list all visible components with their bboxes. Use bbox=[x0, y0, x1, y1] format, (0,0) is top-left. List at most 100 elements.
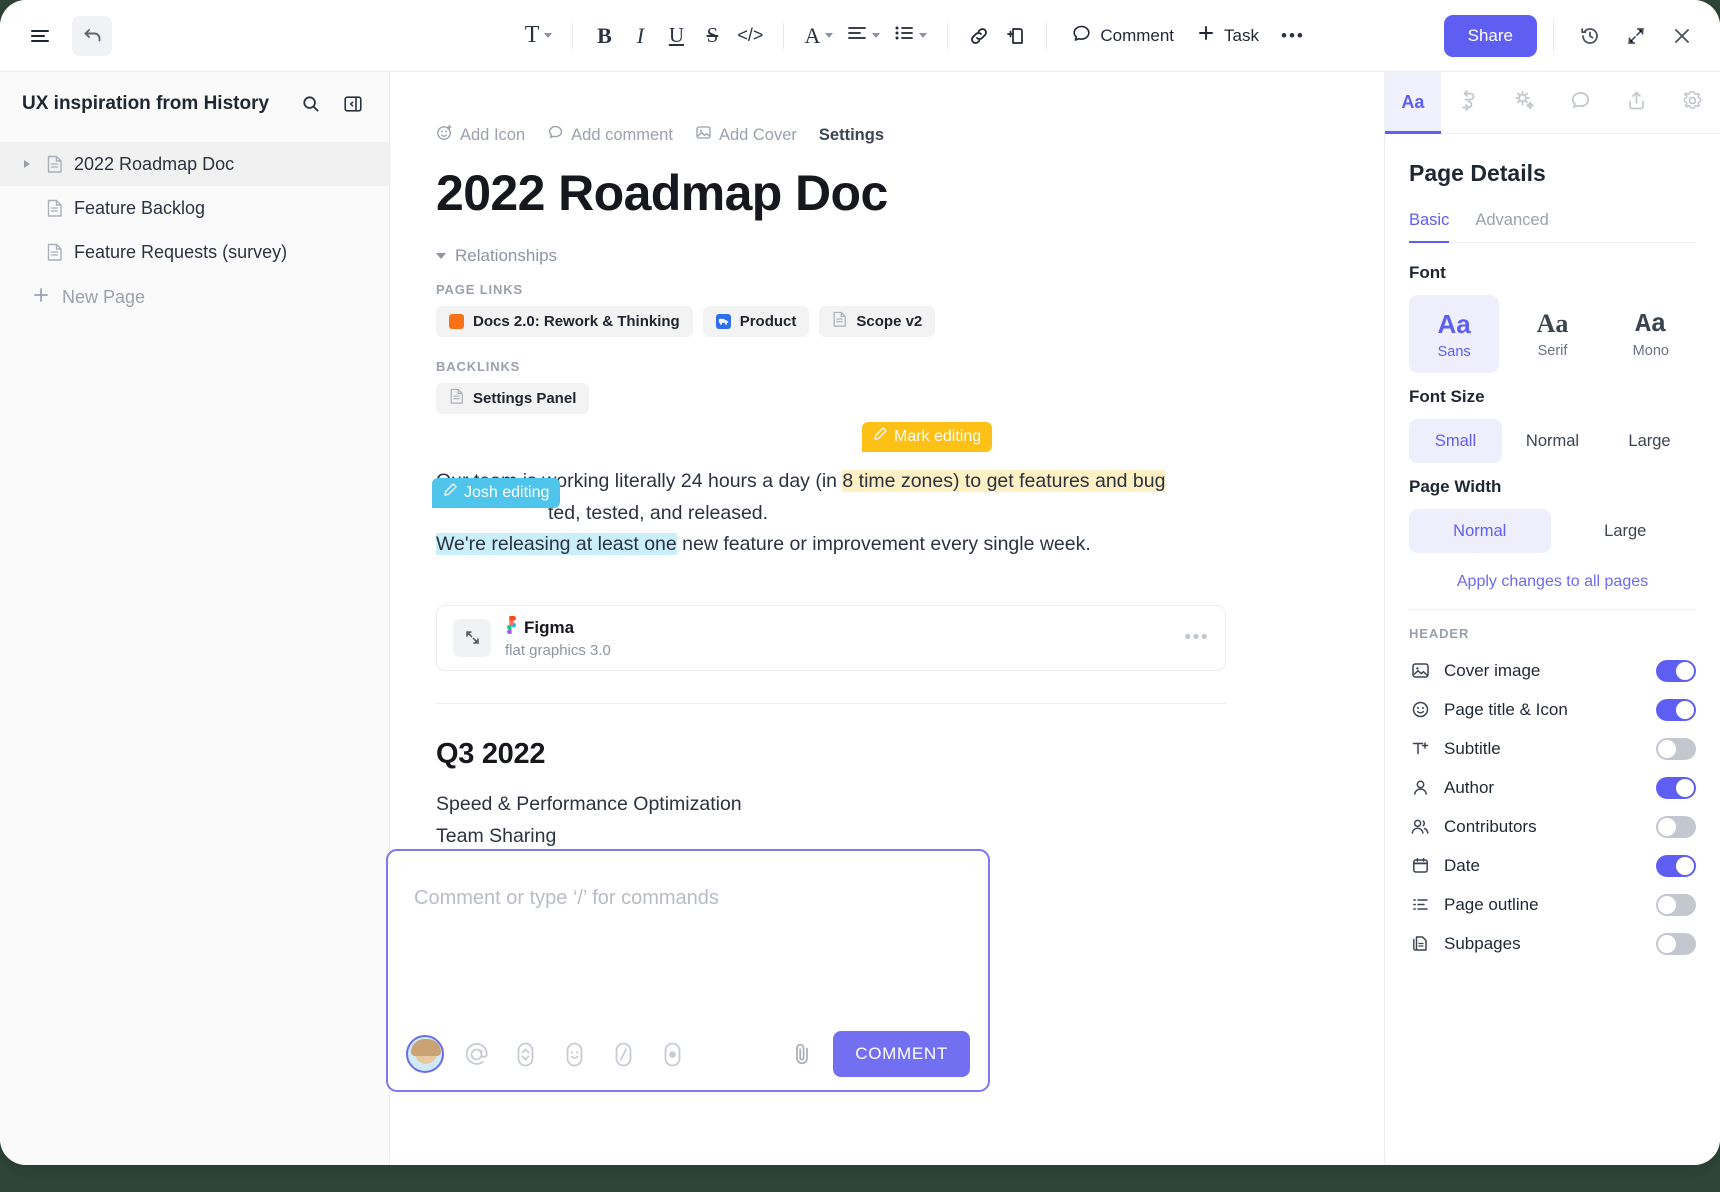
underline-button[interactable]: U bbox=[659, 17, 693, 55]
sidebar-item-2022-roadmap-doc[interactable]: 2022 Roadmap Doc bbox=[0, 142, 389, 186]
page-link-chip-product[interactable]: Product bbox=[702, 306, 810, 337]
panel-tab-font[interactable]: Aa bbox=[1385, 72, 1441, 134]
header-option-contributors[interactable]: Contributors bbox=[1409, 807, 1696, 846]
page-width-large[interactable]: Large bbox=[1555, 509, 1697, 553]
subtab-advanced[interactable]: Advanced bbox=[1475, 211, 1548, 242]
toolbar-right-group: Share bbox=[1443, 14, 1720, 57]
sidebar-item-feature-requests[interactable]: Feature Requests (survey) bbox=[0, 230, 389, 274]
slash-command-icon[interactable] bbox=[606, 1037, 640, 1071]
collapse-arrows-icon[interactable] bbox=[1616, 16, 1656, 56]
comment-input[interactable]: Comment or type ‘/’ for commands bbox=[388, 851, 988, 1018]
document-settings-button[interactable]: Settings bbox=[819, 126, 884, 145]
more-options-button[interactable]: ••• bbox=[1271, 17, 1315, 55]
record-icon[interactable] bbox=[655, 1037, 689, 1071]
toggle-subtitle[interactable] bbox=[1656, 737, 1696, 760]
truck-icon bbox=[715, 314, 731, 329]
font-size-large[interactable]: Large bbox=[1603, 419, 1696, 463]
comment-composer[interactable]: Comment or type ‘/’ for commands COMMENT bbox=[386, 849, 990, 1092]
toggle-date[interactable] bbox=[1656, 854, 1696, 877]
header-option-label: Subtitle bbox=[1444, 738, 1501, 758]
composer-toolbar: COMMENT bbox=[388, 1018, 988, 1090]
expand-icon[interactable] bbox=[453, 618, 491, 657]
comment-button[interactable]: Comment bbox=[1061, 17, 1184, 55]
document-icon bbox=[44, 199, 64, 218]
panel-tab-settings[interactable] bbox=[1664, 72, 1720, 133]
chevron-down-icon bbox=[544, 33, 553, 38]
text-color-button[interactable]: A bbox=[798, 17, 839, 55]
document-paragraph[interactable]: Mark editing Josh editing Our team is wo… bbox=[432, 422, 1226, 561]
paragraph-text-highlight-yellow: 8 time zones) to get features and bug bbox=[842, 470, 1166, 492]
expand-triangle-icon[interactable] bbox=[20, 160, 34, 168]
panel-tab-relationships[interactable] bbox=[1441, 72, 1497, 133]
subtab-basic[interactable]: Basic bbox=[1409, 211, 1450, 243]
embed-title-row: Figma bbox=[505, 616, 611, 639]
add-icon-button[interactable]: Add Icon bbox=[436, 124, 525, 146]
font-size-small[interactable]: Small bbox=[1409, 419, 1502, 463]
document-meta-row: Add Icon Add comment Add Cover Settings bbox=[436, 124, 1384, 146]
header-option-cover-image[interactable]: Cover image bbox=[1409, 651, 1696, 690]
backlinks-label: BACKLINKS bbox=[436, 359, 521, 374]
relationships-toggle[interactable]: Relationships bbox=[436, 246, 1384, 266]
new-page-button[interactable]: New Page bbox=[0, 274, 389, 320]
font-option-sans[interactable]: Aa Sans bbox=[1409, 295, 1500, 373]
toggle-contributors[interactable] bbox=[1656, 815, 1696, 838]
list-item[interactable]: Team Sharing bbox=[436, 823, 1384, 850]
bold-button[interactable]: B bbox=[587, 17, 621, 55]
more-dots-icon[interactable]: ••• bbox=[1185, 627, 1209, 649]
code-button[interactable]: </> bbox=[731, 17, 769, 55]
list-item[interactable]: Speed & Performance Optimization bbox=[436, 791, 1384, 818]
panel-tab-share[interactable] bbox=[1608, 72, 1664, 133]
page-link-chip-scope-v2[interactable]: Scope v2 bbox=[819, 306, 936, 337]
comment-bubble-icon bbox=[1569, 89, 1592, 117]
undo-arrow-icon[interactable] bbox=[72, 15, 112, 56]
header-option-date[interactable]: Date bbox=[1409, 846, 1696, 885]
toggle-subpages[interactable] bbox=[1656, 932, 1696, 955]
toggle-cover-image[interactable] bbox=[1656, 659, 1696, 682]
apply-changes-link[interactable]: Apply changes to all pages bbox=[1409, 573, 1696, 591]
priority-arrows-icon[interactable] bbox=[508, 1037, 542, 1071]
sidebar-collapse-icon[interactable] bbox=[337, 88, 369, 120]
list-button[interactable] bbox=[888, 17, 933, 55]
toggle-page-outline[interactable] bbox=[1656, 893, 1696, 916]
add-icon-label: Add Icon bbox=[460, 125, 526, 144]
text-style-label: T bbox=[524, 22, 540, 48]
task-button[interactable]: Task bbox=[1186, 17, 1269, 55]
font-option-serif[interactable]: Aa Serif bbox=[1507, 295, 1597, 373]
paperclip-icon[interactable] bbox=[785, 1037, 819, 1071]
header-option-page-outline[interactable]: Page outline bbox=[1409, 885, 1696, 924]
italic-button[interactable]: I bbox=[623, 17, 657, 55]
header-option-page-title-icon[interactable]: Page title & Icon bbox=[1409, 690, 1696, 729]
share-button[interactable]: Share bbox=[1443, 14, 1537, 57]
search-icon[interactable] bbox=[295, 88, 327, 120]
history-clock-icon[interactable] bbox=[1570, 16, 1610, 56]
submit-comment-button[interactable]: COMMENT bbox=[833, 1031, 970, 1077]
font-size-normal[interactable]: Normal bbox=[1506, 419, 1599, 463]
insert-page-icon[interactable] bbox=[998, 17, 1032, 55]
toggle-page-title-icon[interactable] bbox=[1656, 698, 1696, 721]
header-option-subpages[interactable]: Subpages bbox=[1409, 924, 1696, 963]
figma-embed-card[interactable]: Figma flat graphics 3.0 ••• bbox=[436, 604, 1226, 671]
toggle-author[interactable] bbox=[1656, 776, 1696, 799]
page-link-chip-docs-2-0[interactable]: Docs 2.0: Rework & Thinking bbox=[436, 306, 693, 337]
user-avatar[interactable] bbox=[406, 1035, 444, 1073]
backlink-chip-settings-panel[interactable]: Settings Panel bbox=[436, 383, 590, 414]
comment-button-label: Comment bbox=[1100, 25, 1175, 45]
sidebar-item-feature-backlog[interactable]: Feature Backlog bbox=[0, 186, 389, 230]
strikethrough-button[interactable]: S bbox=[695, 17, 729, 55]
mention-at-icon[interactable] bbox=[459, 1037, 493, 1071]
hamburger-menu-icon[interactable] bbox=[20, 16, 60, 56]
page-width-normal[interactable]: Normal bbox=[1409, 509, 1551, 553]
header-option-subtitle[interactable]: Subtitle bbox=[1409, 729, 1696, 768]
panel-tab-comments[interactable] bbox=[1552, 72, 1608, 133]
emoji-smile-icon[interactable] bbox=[557, 1037, 591, 1071]
add-comment-button[interactable]: Add comment bbox=[547, 124, 673, 146]
add-cover-button[interactable]: Add Cover bbox=[695, 124, 797, 146]
section-divider bbox=[436, 702, 1226, 704]
text-style-button[interactable]: T bbox=[519, 17, 559, 55]
link-icon[interactable] bbox=[962, 17, 996, 55]
close-x-icon[interactable] bbox=[1662, 16, 1702, 56]
header-option-author[interactable]: Author bbox=[1409, 768, 1696, 807]
panel-tab-automation[interactable] bbox=[1497, 72, 1553, 133]
font-option-mono[interactable]: Aa Mono bbox=[1606, 295, 1696, 373]
align-button[interactable] bbox=[841, 17, 886, 55]
